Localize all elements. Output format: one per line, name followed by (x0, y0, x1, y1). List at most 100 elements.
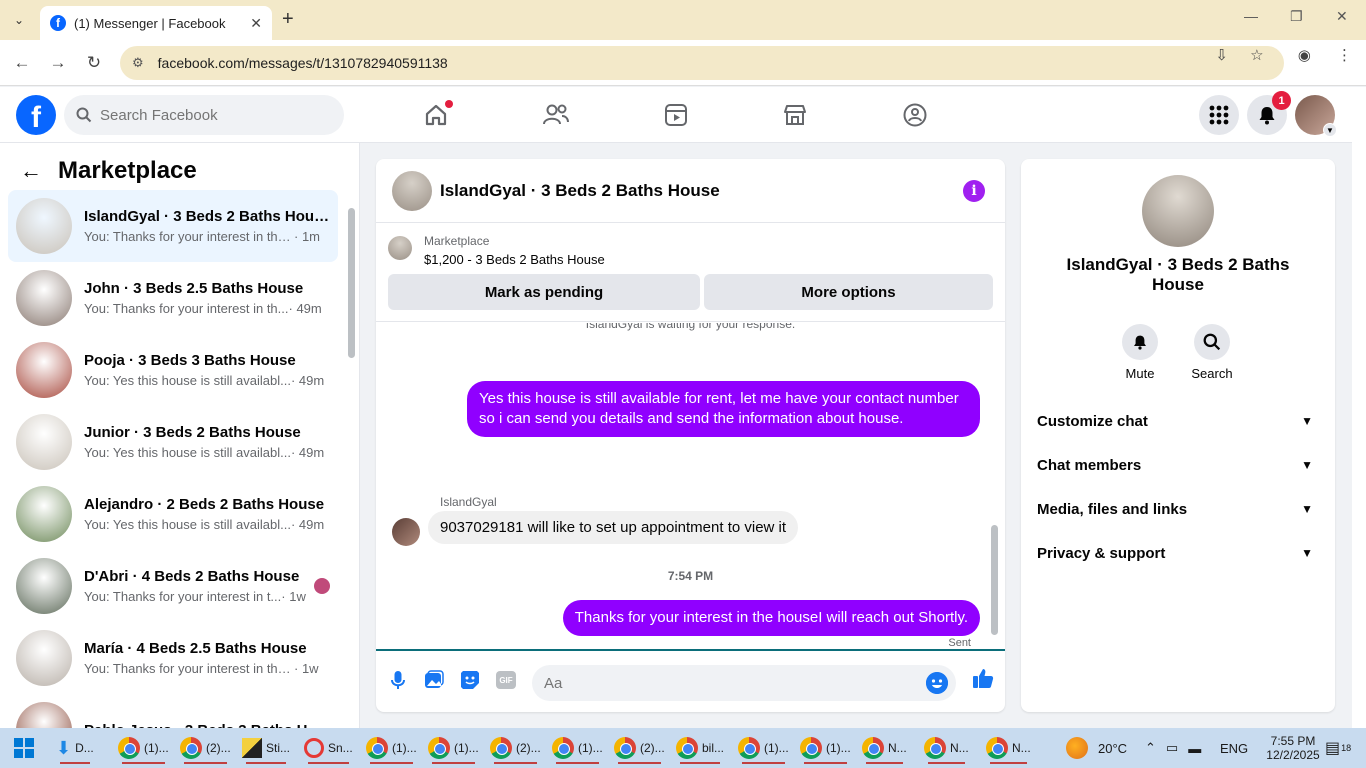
conversation-item[interactable]: Junior · 3 Beds 2 Baths House You: Yes th… (8, 406, 338, 478)
taskbar-app[interactable]: (1)... (366, 732, 417, 764)
url-bar[interactable]: ⚙ facebook.com/messages/t/13107829405911… (120, 46, 1284, 80)
taskbar-app[interactable]: (1)... (118, 732, 169, 764)
privacy-support-row[interactable]: Privacy & support ▼ (1037, 535, 1319, 571)
marketplace-icon[interactable] (779, 99, 811, 131)
message-input[interactable] (544, 674, 914, 692)
gif-icon[interactable]: GIF (496, 671, 516, 689)
taskbar-app[interactable]: (2)... (180, 732, 231, 764)
battery-icon[interactable]: ▬ (1188, 741, 1201, 756)
forward-button[interactable]: → (45, 50, 71, 76)
start-button[interactable] (14, 732, 34, 764)
profile-icon[interactable]: ◉ (1298, 47, 1311, 64)
taskbar-app[interactable]: (1)... (800, 732, 851, 764)
taskbar-app[interactable]: (2)... (490, 732, 541, 764)
friends-icon[interactable] (540, 99, 572, 131)
taskbar-app[interactable]: N... (862, 732, 907, 764)
more-options-button[interactable]: More options (704, 274, 993, 310)
weather-temp: 20°C (1098, 740, 1128, 756)
conversation-time: · 49m (290, 445, 325, 460)
close-window-button[interactable]: ✕ (1336, 8, 1348, 25)
language-indicator[interactable]: ENG (1220, 728, 1248, 768)
tray-icons[interactable]: ⌃ ▭ ▬ (1145, 728, 1201, 768)
media-files-links-row[interactable]: Media, files and links ▼ (1037, 491, 1319, 527)
facebook-search[interactable] (64, 95, 344, 135)
account-avatar[interactable]: ▼ (1295, 95, 1337, 137)
chat-title[interactable]: IslandGyal · 3 Beds 2 Baths House (440, 181, 720, 201)
conversation-item[interactable]: IslandGyal · 3 Beds 2 Baths House You: Th… (8, 190, 338, 262)
sender-avatar[interactable] (392, 518, 420, 546)
weather-widget[interactable]: 20°C (1066, 728, 1127, 768)
customize-chat-row[interactable]: Customize chat ▼ (1037, 403, 1319, 439)
taskbar-app-label: N... (950, 741, 969, 755)
running-indicator (928, 762, 965, 764)
running-indicator (618, 762, 661, 764)
taskbar-app[interactable]: (1)... (552, 732, 603, 764)
facebook-logo-icon[interactable]: f (16, 95, 56, 135)
restore-button[interactable]: ❐ (1290, 8, 1303, 25)
tab-close-icon[interactable]: ✕ (250, 15, 262, 32)
taskbar-app[interactable]: (1)... (738, 732, 789, 764)
network-icon[interactable]: ▭ (1166, 740, 1178, 756)
outgoing-message[interactable]: Yes this house is still available for re… (467, 381, 980, 437)
minimize-button[interactable]: — (1244, 8, 1258, 24)
photo-icon[interactable] (423, 669, 445, 691)
chat-scroll-thumb[interactable] (991, 525, 998, 635)
emoji-icon[interactable] (926, 672, 948, 694)
contact-avatar[interactable] (1142, 175, 1214, 247)
taskbar-app[interactable]: ⬇ D... (56, 732, 94, 764)
mute-button[interactable]: Mute (1110, 324, 1170, 381)
listing-thumbnail[interactable] (388, 236, 412, 260)
install-icon[interactable]: ⇩ (1215, 47, 1228, 64)
sidebar-scrollbar[interactable] (347, 198, 355, 718)
bookmark-star-icon[interactable]: ☆ (1250, 47, 1263, 64)
conversation-item[interactable]: Pooja · 3 Beds 3 Baths House You: Yes thi… (8, 334, 338, 406)
browser-tab[interactable]: f (1) Messenger | Facebook ✕ (40, 6, 272, 40)
info-icon[interactable]: i (963, 180, 985, 202)
taskbar-app[interactable]: (1)... (428, 732, 479, 764)
message-input-box[interactable] (532, 665, 956, 701)
taskbar-app[interactable]: (2)... (614, 732, 665, 764)
back-arrow-icon[interactable]: ← (20, 158, 42, 184)
home-icon[interactable] (420, 99, 453, 131)
taskbar-app[interactable]: bil... (676, 732, 724, 764)
back-button[interactable]: ← (9, 50, 35, 76)
chevron-down-icon: ▼ (1301, 458, 1313, 472)
conversation-item[interactable]: María · 4 Beds 2.5 Baths House You: Thank… (8, 622, 338, 694)
outgoing-message[interactable]: Thanks for your interest in the houseI w… (562, 600, 980, 636)
chevron-up-icon[interactable]: ⌃ (1145, 740, 1156, 756)
conversation-preview: You: Yes this house is still availabl... (84, 373, 291, 388)
taskbar-app[interactable]: Sti... (242, 732, 290, 764)
chat-members-row[interactable]: Chat members ▼ (1037, 447, 1319, 483)
chat-scrollbar[interactable] (990, 325, 1000, 647)
reload-button[interactable]: ↻ (81, 50, 107, 76)
notification-center-button[interactable]: ▤ 18 (1325, 728, 1351, 768)
conversation-item[interactable]: John · 3 Beds 2.5 Baths House You: Thanks… (8, 262, 338, 334)
watch-video-icon[interactable] (660, 99, 692, 131)
incoming-message[interactable]: 9037029181 will like to set up appointme… (428, 511, 799, 544)
page-scrollbar[interactable] (1352, 87, 1366, 728)
conversation-thumbnail (16, 486, 72, 542)
new-tab-button[interactable]: + (282, 8, 294, 31)
listing-price-title[interactable]: $1,200 - 3 Beds 2 Baths House (424, 252, 605, 267)
menu-grid-button[interactable] (1199, 95, 1239, 135)
chat-avatar[interactable] (392, 170, 432, 211)
running-indicator (308, 762, 349, 764)
sticker-icon[interactable] (459, 669, 481, 691)
taskbar-app[interactable]: N... (986, 732, 1031, 764)
groups-icon[interactable] (899, 99, 931, 131)
like-thumbs-up-icon[interactable] (972, 667, 994, 689)
running-indicator (60, 762, 90, 764)
search-input[interactable] (100, 106, 320, 124)
conversation-item[interactable]: Alejandro · 2 Beds 2 Baths House You: Yes… (8, 478, 338, 550)
taskbar-app[interactable]: Sn... (304, 732, 353, 764)
conversation-item[interactable]: D'Abri · 4 Beds 2 Baths House You: Thanks… (8, 550, 338, 622)
menu-dots-icon[interactable]: ⋮ (1337, 47, 1352, 64)
tab-search-button[interactable]: ⌄ (6, 8, 32, 32)
sidebar-scroll-thumb[interactable] (348, 208, 355, 358)
taskbar-app[interactable]: N... (924, 732, 969, 764)
site-info-icon[interactable]: ⚙ (132, 55, 144, 71)
search-chat-button[interactable]: Search (1182, 324, 1242, 381)
clock[interactable]: 7:55 PM 12/2/2025 (1263, 728, 1323, 768)
microphone-icon[interactable] (387, 669, 409, 691)
mark-as-pending-button[interactable]: Mark as pending (388, 274, 700, 310)
